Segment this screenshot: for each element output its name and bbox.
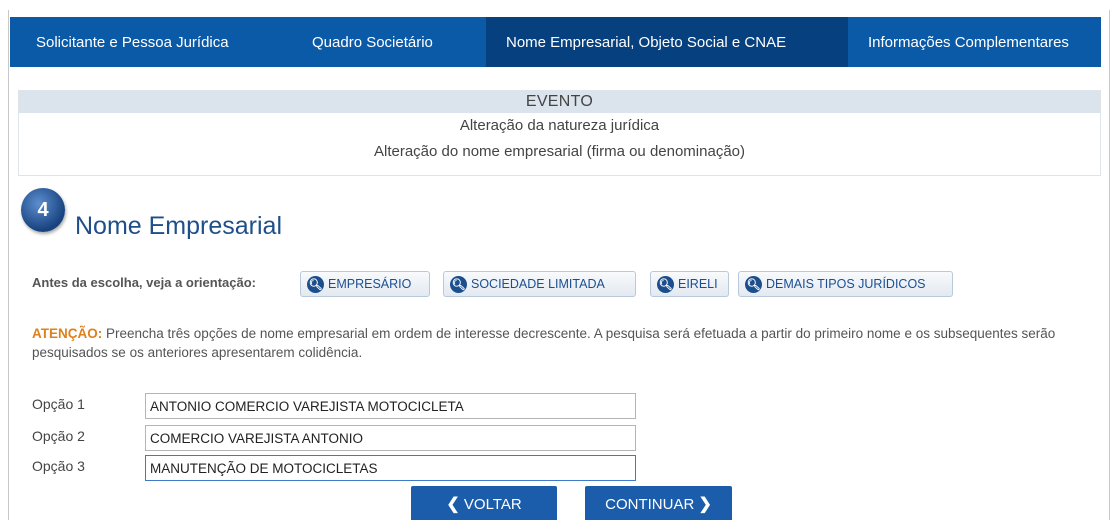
back-button-label: VOLTAR: [463, 495, 522, 513]
option-2-input[interactable]: [145, 425, 636, 451]
attention-notice: ATENÇÃO: Preencha três opções de nome em…: [32, 324, 1092, 362]
orientation-eireli-button[interactable]: 🔍︎ EIRELI: [650, 271, 729, 297]
option-3-label: Opção 3: [32, 458, 85, 474]
orientation-demais-tipos-button[interactable]: 🔍︎ DEMAIS TIPOS JURÍDICOS: [738, 271, 953, 297]
chevron-left-icon: ❮: [446, 496, 460, 513]
option-2-label: Opção 2: [32, 428, 85, 444]
orientation-sociedade-limitada-button[interactable]: 🔍︎ SOCIEDADE LIMITADA: [443, 271, 636, 297]
orientation-empresario-button[interactable]: 🔍︎ EMPRESÁRIO: [300, 271, 430, 297]
tab-solicitante[interactable]: Solicitante e Pessoa Jurídica: [10, 17, 290, 67]
back-button[interactable]: ❮ VOLTAR: [411, 486, 557, 520]
section-title: Nome Empresarial: [75, 212, 283, 240]
attention-label: ATENÇÃO:: [32, 326, 103, 341]
tab-quadro-societario[interactable]: Quadro Societário: [290, 17, 486, 67]
button-label: DEMAIS TIPOS JURÍDICOS: [766, 277, 926, 291]
continue-button-label: CONTINUAR: [605, 495, 695, 513]
step-number-badge: 4: [21, 188, 65, 232]
attention-text: Preencha três opções de nome empresarial…: [32, 326, 1056, 360]
option-1-label: Opção 1: [32, 396, 85, 412]
evento-header: EVENTO: [19, 91, 1100, 113]
evento-item: Alteração do nome empresarial (firma ou …: [373, 143, 745, 160]
orientation-label: Antes da escolha, veja a orientação:: [32, 275, 256, 290]
evento-box: EVENTO Alteração da natureza jurídica Al…: [18, 90, 1101, 176]
evento-item: Alteração da natureza jurídica: [459, 117, 660, 134]
tab-informacoes-complementares[interactable]: Informações Complementares: [848, 17, 1101, 67]
continue-button[interactable]: CONTINUAR ❯: [585, 486, 732, 520]
tab-nome-empresarial[interactable]: Nome Empresarial, Objeto Social e CNAE: [486, 17, 848, 67]
search-icon: 🔍︎: [657, 275, 674, 293]
chevron-right-icon: ❯: [698, 496, 712, 513]
search-icon: 🔍︎: [450, 275, 467, 293]
search-icon: 🔍︎: [745, 275, 762, 293]
option-3-input[interactable]: [145, 455, 636, 481]
option-1-input[interactable]: [145, 393, 636, 419]
button-label: EIRELI: [678, 277, 718, 291]
step-tabs: Solicitante e Pessoa Jurídica Quadro Soc…: [10, 17, 1101, 67]
search-icon: 🔍︎: [307, 275, 324, 293]
button-label: SOCIEDADE LIMITADA: [471, 277, 605, 291]
button-label: EMPRESÁRIO: [328, 277, 412, 291]
